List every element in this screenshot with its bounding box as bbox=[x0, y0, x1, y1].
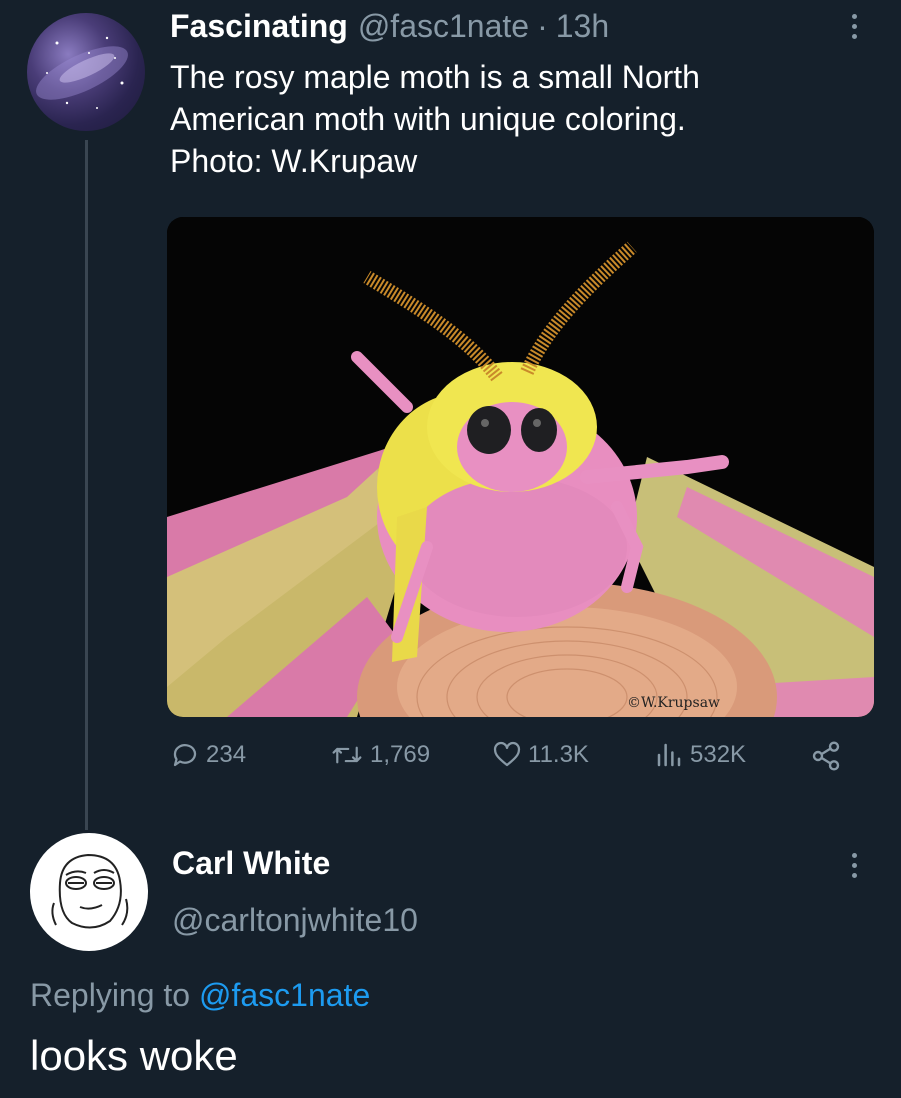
tweet-text: The rosy maple moth is a small North Ame… bbox=[170, 56, 850, 182]
avatar-carl-white[interactable] bbox=[30, 833, 148, 951]
tweet-header: Fascinating @fasc1nate · 13h bbox=[170, 8, 609, 48]
galaxy-avatar-image bbox=[36, 36, 128, 109]
retweet-icon bbox=[332, 746, 362, 764]
header-separator: · bbox=[537, 8, 548, 44]
avatar-fascinating[interactable] bbox=[27, 13, 145, 131]
thread-connector-line bbox=[85, 140, 88, 830]
tweet-text-line: Photo: W.Krupaw bbox=[170, 143, 418, 179]
replying-to-prefix: Replying to bbox=[30, 977, 191, 1013]
tweet-photo[interactable]: ©W.Krupsaw bbox=[167, 217, 874, 717]
views-button[interactable]: 532K bbox=[654, 740, 746, 770]
replying-to-line: Replying to @fasc1nate bbox=[30, 977, 370, 1014]
speech-bubble-icon bbox=[173, 744, 197, 767]
like-count: 11.3K bbox=[528, 741, 589, 768]
reply-text: looks woke bbox=[30, 1032, 238, 1079]
heart-icon bbox=[493, 741, 521, 767]
like-button[interactable]: 11.3K bbox=[492, 740, 589, 770]
replying-to-handle-link[interactable]: @fasc1nate bbox=[199, 977, 370, 1013]
photo-watermark: ©W.Krupsaw bbox=[627, 695, 721, 711]
reply-author-display-name[interactable]: Carl White bbox=[172, 845, 330, 882]
author-display-name[interactable]: Fascinating bbox=[170, 8, 348, 45]
share-button[interactable] bbox=[810, 740, 842, 772]
reply-author-handle[interactable]: @carltonjwhite10 bbox=[172, 902, 418, 939]
tweet-text-line: The rosy maple moth is a small North bbox=[170, 59, 700, 95]
rosy-maple-moth-photo bbox=[167, 217, 874, 717]
tweet-action-bar: 234 1,769 11.3K 532K bbox=[170, 740, 870, 780]
tweet-text-line: American moth with unique coloring. bbox=[170, 101, 686, 137]
meme-face-avatar-image bbox=[51, 853, 129, 929]
retweet-count: 1,769 bbox=[370, 741, 431, 768]
reply-count: 234 bbox=[206, 741, 247, 768]
reply-button[interactable]: 234 bbox=[170, 740, 246, 770]
retweet-button[interactable]: 1,769 bbox=[330, 740, 430, 770]
view-count: 532K bbox=[690, 741, 747, 768]
tweet-time[interactable]: 13h bbox=[556, 8, 609, 45]
share-icon bbox=[812, 741, 840, 771]
more-options-icon[interactable] bbox=[848, 14, 860, 39]
author-handle[interactable]: @fasc1nate bbox=[358, 8, 529, 45]
bar-chart-icon bbox=[657, 743, 681, 767]
reply-more-options-icon[interactable] bbox=[848, 853, 860, 878]
